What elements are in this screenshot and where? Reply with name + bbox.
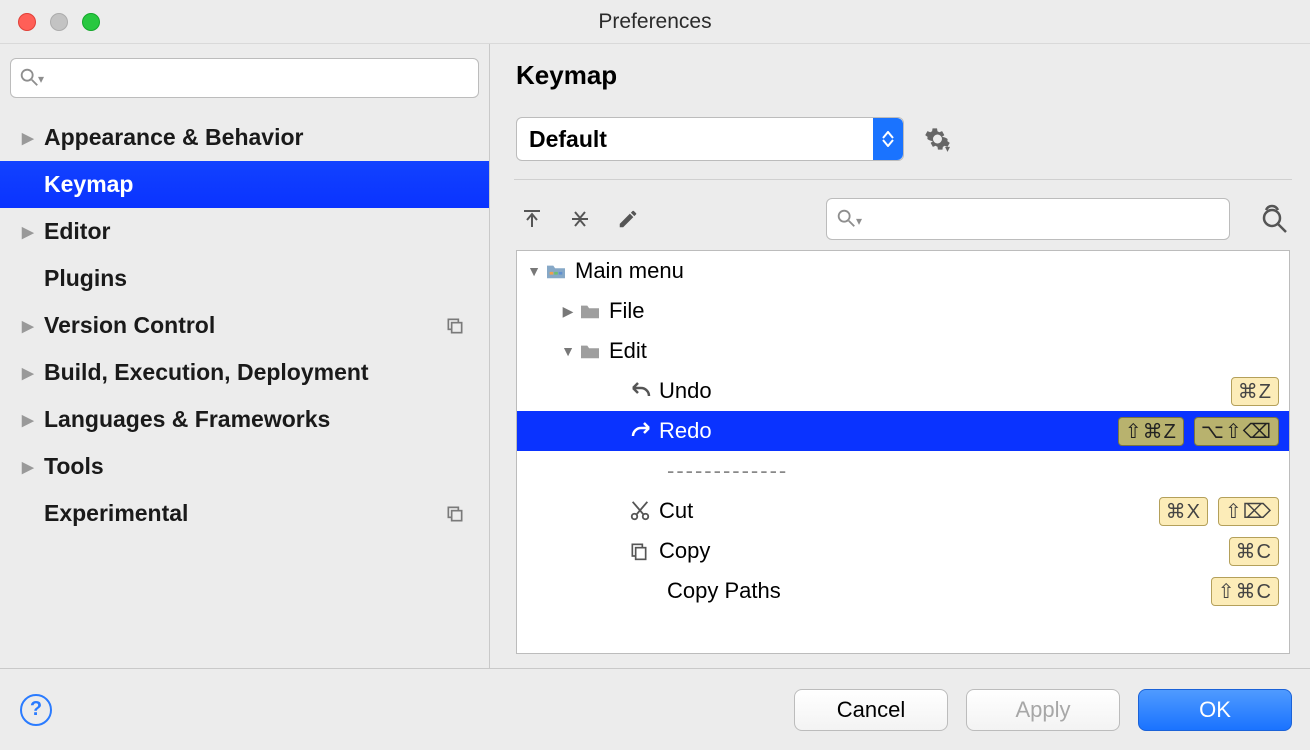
tree-action-copy-paths[interactable]: Copy Paths ⇧⌘C [517,571,1289,611]
sidebar-item-plugins[interactable]: ▶Plugins [0,255,489,302]
edit-shortcut-button[interactable] [612,203,644,235]
cut-icon [629,500,655,522]
search-icon [18,66,40,88]
action-label: Undo [655,378,1231,404]
folder-icon [545,262,571,280]
shortcut-badge: ⌘C [1229,537,1279,566]
copy-icon [629,541,655,561]
tree-node-edit[interactable]: ▼ Edit [517,331,1289,371]
sidebar-item-experimental[interactable]: ▶Experimental [0,490,489,537]
tree-action-undo[interactable]: Undo ⌘Z [517,371,1289,411]
page-title: Keymap [516,60,1290,91]
sidebar-item-build-execution-deployment[interactable]: ▶Build, Execution, Deployment [0,349,489,396]
expand-all-button[interactable] [516,203,548,235]
cancel-button[interactable]: Cancel [794,689,948,731]
tree-node-label: File [605,298,1279,324]
tree-node-main-menu[interactable]: ▼ Main menu [517,251,1289,291]
sidebar-item-appearance-behavior[interactable]: ▶Appearance & Behavior [0,114,489,161]
action-label: Redo [655,418,1118,444]
tree-action-redo[interactable]: Redo ⇧⌘Z ⌥⇧⌫ [517,411,1289,451]
sidebar-item-tools[interactable]: ▶Tools [0,443,489,490]
shortcut-badge: ⌘Z [1231,377,1279,406]
undo-icon [629,382,655,400]
sidebar-search[interactable]: ▾ [10,58,479,98]
redo-icon [629,422,655,440]
help-button[interactable]: ? [20,694,52,726]
folder-icon [579,342,605,360]
shortcut-badge: ⌥⇧⌫ [1194,417,1279,446]
titlebar: Preferences [0,0,1310,44]
collapse-all-button[interactable] [564,203,596,235]
search-dropdown-icon[interactable]: ▾ [856,214,862,228]
apply-button: Apply [966,689,1120,731]
window-title: Preferences [0,10,1310,34]
action-search[interactable]: ▾ [826,198,1230,240]
scheme-actions-button[interactable]: ▾ [924,123,956,155]
sidebar-item-keymap[interactable]: ▶Keymap [0,161,489,208]
search-dropdown-icon[interactable]: ▾ [38,72,44,86]
shortcut-badge: ⌘X [1159,497,1208,526]
project-settings-icon [445,504,465,524]
keymap-tree[interactable]: ▼ Main menu ▶ File ▼ [516,250,1290,654]
tree-node-label: Edit [605,338,1279,364]
search-icon [835,207,857,229]
settings-sidebar: ▾ ▶Appearance & Behavior ▶Keymap ▶Editor… [0,44,490,668]
select-stepper-icon [873,118,903,160]
sidebar-item-version-control[interactable]: ▶Version Control [0,302,489,349]
sidebar-item-languages-frameworks[interactable]: ▶Languages & Frameworks [0,396,489,443]
project-settings-icon [445,316,465,336]
scheme-selected-label: Default [529,126,607,153]
tree-separator: ------------- [517,451,1289,491]
tree-action-copy[interactable]: Copy ⌘C [517,531,1289,571]
folder-icon [579,302,605,320]
shortcut-badge: ⇧⌘Z [1118,417,1184,446]
find-by-shortcut-button[interactable] [1260,204,1290,234]
shortcut-badge: ⇧⌘C [1211,577,1279,606]
keymap-scheme-select[interactable]: Default [516,117,904,161]
shortcut-badge: ⇧⌦ [1218,497,1279,526]
dialog-footer: ? Cancel Apply OK [0,668,1310,750]
sidebar-item-editor[interactable]: ▶Editor [0,208,489,255]
divider [514,179,1292,180]
separator-label: ------------- [663,458,1279,484]
ok-button[interactable]: OK [1138,689,1292,731]
settings-main-panel: Keymap Default ▾ [490,44,1310,668]
action-label: Copy [655,538,1229,564]
tree-node-file[interactable]: ▶ File [517,291,1289,331]
tree-node-label: Main menu [571,258,1279,284]
settings-category-list: ▶Appearance & Behavior ▶Keymap ▶Editor ▶… [0,108,489,668]
tree-action-cut[interactable]: Cut ⌘X ⇧⌦ [517,491,1289,531]
action-label: Cut [655,498,1159,524]
sidebar-search-input[interactable] [10,58,479,98]
action-label: Copy Paths [663,578,1211,604]
